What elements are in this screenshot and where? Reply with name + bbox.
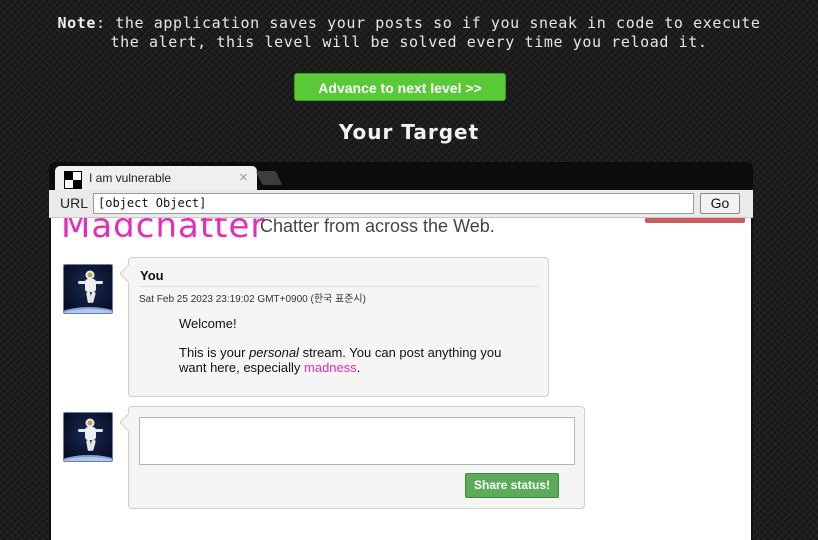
target-heading: Your Target — [338, 120, 480, 144]
url-bar: URL [object Object] Go — [49, 190, 753, 218]
page-viewport: Madchatter Chatter from across the Web. — [51, 218, 751, 540]
astronaut-icon — [64, 413, 112, 461]
site-tagline: Chatter from across the Web. — [260, 218, 495, 236]
composer-card: Share status! — [119, 406, 585, 509]
post-paragraph: This is your personal stream. You can po… — [179, 345, 502, 375]
tab-strip: I am vulnerable × — [49, 162, 753, 190]
share-status-button[interactable]: Share status! — [465, 473, 559, 498]
url-input[interactable]: [object Object] — [93, 193, 694, 214]
favicon-icon — [64, 171, 82, 189]
note-label: Note — [57, 14, 96, 32]
browser-frame: I am vulnerable × URL [object Object] Go… — [49, 162, 753, 540]
avatar — [63, 264, 113, 314]
emphasis-text: personal — [249, 345, 299, 360]
post-card: You Sat Feb 25 2023 23:19:02 GMT+0900 (한… — [119, 257, 549, 397]
note-line-2: the alert, this level will be solved eve… — [110, 33, 708, 51]
close-icon[interactable]: × — [239, 169, 248, 186]
browser-tab[interactable]: I am vulnerable × — [55, 166, 257, 190]
level-note: Note: the application saves your posts s… — [0, 14, 818, 52]
astronaut-icon — [64, 265, 112, 313]
header-button-edge[interactable] — [645, 218, 745, 223]
note-line-1: : the application saves your posts so if… — [96, 14, 761, 32]
post-greeting: Welcome! — [179, 316, 237, 331]
composer-avatar — [63, 412, 113, 462]
post-date: Sat Feb 25 2023 23:19:02 GMT+0900 (한국 표준… — [139, 294, 366, 305]
url-label: URL — [60, 195, 89, 211]
go-button[interactable]: Go — [700, 193, 740, 214]
post-body: Welcome! This is your personal stream. Y… — [179, 316, 519, 389]
status-textarea[interactable] — [139, 417, 575, 465]
post-author: You — [140, 268, 164, 283]
tab-title: I am vulnerable — [89, 171, 172, 185]
madness-link[interactable]: madness — [304, 360, 357, 375]
site-logo: Madchatter — [61, 218, 266, 246]
advance-button[interactable]: Advance to next level >> — [294, 73, 506, 101]
new-tab-button[interactable] — [255, 171, 283, 185]
